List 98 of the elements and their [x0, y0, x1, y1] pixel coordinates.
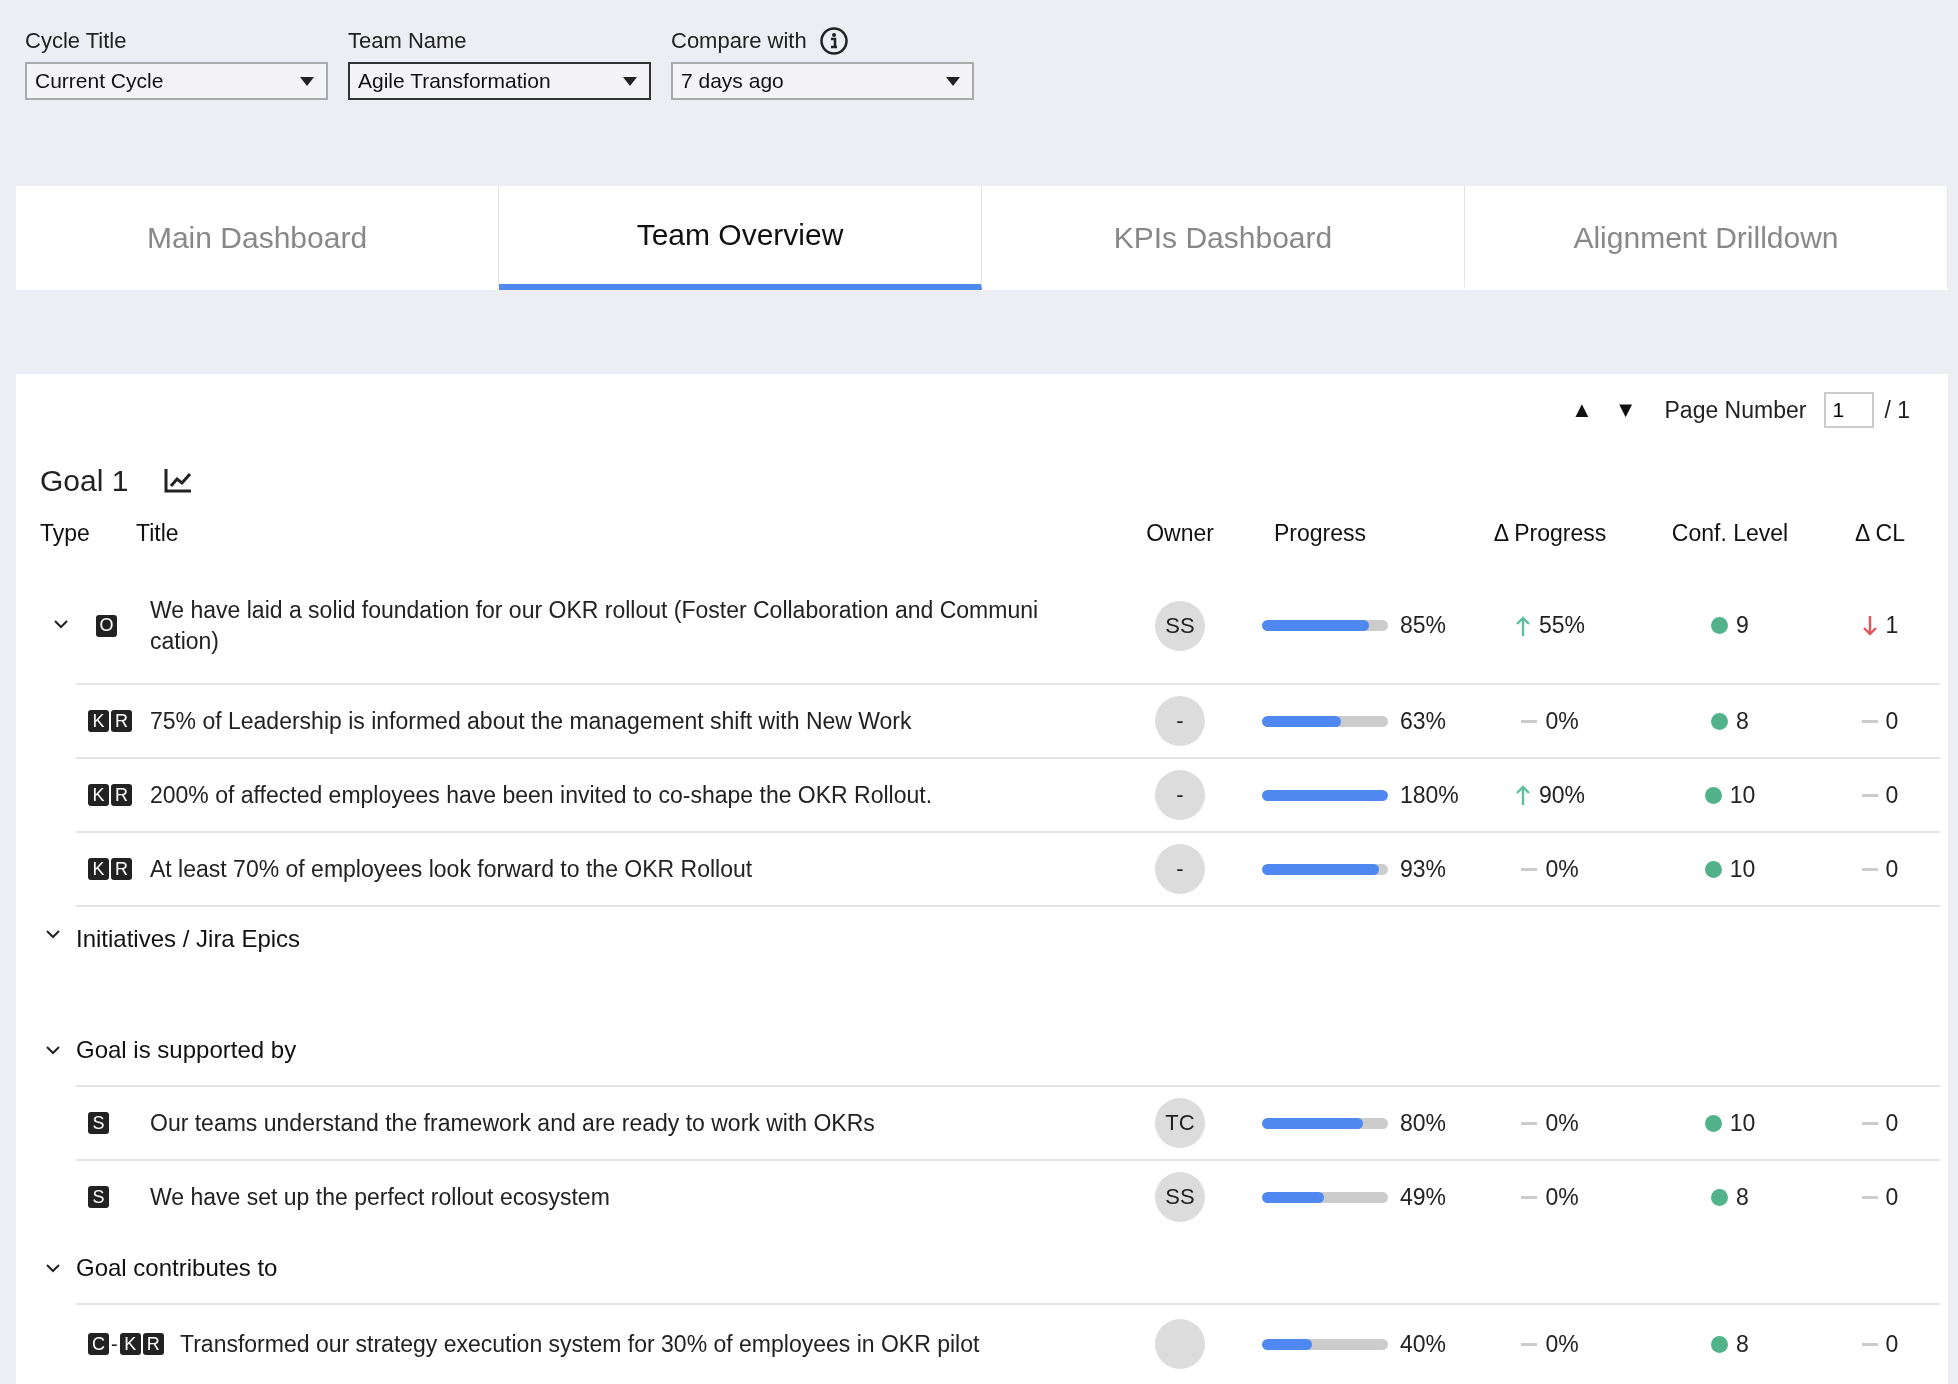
dash-icon	[1521, 1121, 1538, 1125]
type-badge: K	[88, 858, 109, 880]
confidence-value: 9	[1736, 612, 1749, 639]
owner-avatar: TC	[1155, 1098, 1205, 1148]
confidence-delta: 0	[1885, 781, 1899, 809]
type-badge: S	[88, 1112, 109, 1134]
caret-icon	[300, 76, 314, 86]
type-badge: R	[142, 1333, 164, 1355]
progress-value: 80%	[1400, 1109, 1447, 1137]
confidence-delta: 0	[1885, 855, 1899, 883]
caret-icon	[623, 76, 637, 86]
progress-value: 85%	[1400, 612, 1447, 639]
dash-icon	[1521, 719, 1538, 723]
filter-label: Cycle Title	[25, 28, 127, 54]
column-header: Conf. Level	[1671, 519, 1789, 547]
filter-dropdown[interactable]: Current Cycle	[25, 62, 328, 100]
dash-icon	[1861, 1342, 1878, 1346]
line-chart-icon[interactable]	[164, 468, 193, 494]
section-title: Goal contributes to	[76, 1254, 278, 1282]
progress-delta: 0%	[1545, 1330, 1579, 1358]
progress-value: 180%	[1400, 781, 1459, 809]
progress-delta: 55%	[1538, 612, 1585, 639]
filter-label: Team Name	[348, 28, 467, 54]
confidence-value: 10	[1729, 781, 1756, 809]
column-header: Title	[136, 519, 179, 547]
arrow-up-icon	[1514, 614, 1531, 637]
progress-delta: 0%	[1545, 707, 1579, 735]
progress-delta: 0%	[1545, 855, 1579, 883]
type-badge: K	[119, 1333, 141, 1355]
owner-avatar	[1155, 1319, 1205, 1369]
dash-icon	[1861, 867, 1878, 871]
section-title: Initiatives / Jira Epics	[76, 925, 301, 953]
type-badge: O	[96, 614, 117, 637]
progress-delta: 0%	[1545, 1109, 1579, 1137]
dash-icon	[1521, 1342, 1538, 1346]
confidence-delta: 0	[1885, 1330, 1899, 1358]
item-title: We have laid a solid foundation for our OKR rollout (Foster Collaboration and Communication)	[150, 595, 1040, 656]
type-badge: K	[88, 710, 109, 732]
type-badge: K	[88, 784, 109, 806]
dash-icon	[1861, 1121, 1878, 1125]
column-header: Progress	[1273, 519, 1367, 547]
confidence-delta: 0	[1885, 707, 1899, 735]
tab[interactable]: KPIs Dashboard	[982, 186, 1465, 290]
filter-dropdown[interactable]: Agile Transformation	[348, 62, 651, 100]
column-header: Δ Progress	[1493, 519, 1607, 547]
confidence-delta: 0	[1885, 1183, 1899, 1211]
tab[interactable]: Alignment Drilldown	[1465, 186, 1948, 290]
confidence-value: 10	[1729, 1109, 1756, 1137]
confidence-delta: 0	[1885, 1109, 1899, 1137]
type-badge: R	[111, 784, 132, 806]
owner-avatar: SS	[1155, 1172, 1205, 1222]
progress-delta: 90%	[1538, 781, 1585, 809]
type-badge: R	[111, 710, 132, 732]
owner-avatar: -	[1155, 696, 1205, 746]
dash-icon	[1861, 719, 1878, 723]
item-title: 75% of Leadership is informed about the management shift with New Work	[150, 706, 913, 736]
dash-icon	[1521, 1195, 1538, 1199]
column-header: Owner	[1146, 519, 1214, 547]
confidence-value: 8	[1736, 707, 1749, 735]
confidence-value: 10	[1729, 855, 1756, 883]
info-icon[interactable]	[818, 26, 849, 56]
type-badge: R	[111, 858, 132, 880]
page-number-field[interactable]: 1	[1824, 392, 1875, 428]
progress-delta: 0%	[1545, 1183, 1579, 1211]
item-title: 200% of affected employees have been invited to co-shape the OKR Rollout.	[150, 780, 934, 810]
arrow-down-icon	[1861, 614, 1878, 637]
section-title: Goal is supported by	[76, 1036, 297, 1064]
arrow-up-icon	[1514, 784, 1531, 806]
dash-icon	[1861, 793, 1878, 797]
progress-value: 93%	[1400, 855, 1447, 883]
owner-avatar: SS	[1155, 600, 1205, 651]
page-number-label: Page Number	[1664, 396, 1807, 424]
column-header: Δ CL	[1855, 519, 1905, 547]
confidence-delta: 1	[1885, 612, 1899, 639]
item-title: We have set up the perfect rollout ecosystem	[150, 1182, 611, 1212]
caret-icon	[946, 76, 960, 86]
column-header: Type	[40, 519, 90, 547]
type-badge: S	[88, 1186, 109, 1208]
owner-avatar: -	[1155, 844, 1205, 894]
dash-icon	[1521, 867, 1538, 871]
confidence-value: 8	[1736, 1183, 1749, 1211]
type-badge: C	[88, 1333, 109, 1355]
goal-title: Goal 1	[40, 464, 129, 498]
badge-separator: -	[111, 1332, 118, 1356]
progress-value: 63%	[1400, 707, 1447, 735]
confidence-value: 8	[1736, 1330, 1749, 1358]
tab[interactable]: Team Overview	[499, 186, 982, 290]
dash-icon	[1861, 1195, 1878, 1199]
filter-label: Compare with	[671, 28, 807, 54]
item-title: Transformed our strategy execution system for 30% of employees in OKR pilot	[180, 1329, 981, 1359]
filter-dropdown[interactable]: 7 days ago	[671, 62, 974, 100]
progress-value: 40%	[1400, 1330, 1447, 1358]
progress-value: 49%	[1400, 1183, 1447, 1211]
item-title: At least 70% of employees look forward to the OKR Rollout	[150, 854, 754, 884]
page-total: / 1	[1884, 396, 1910, 424]
owner-avatar: -	[1155, 770, 1205, 820]
tab[interactable]: Main Dashboard	[16, 186, 499, 290]
item-title: Our teams understand the framework and are ready to work with OKRs	[150, 1108, 876, 1138]
